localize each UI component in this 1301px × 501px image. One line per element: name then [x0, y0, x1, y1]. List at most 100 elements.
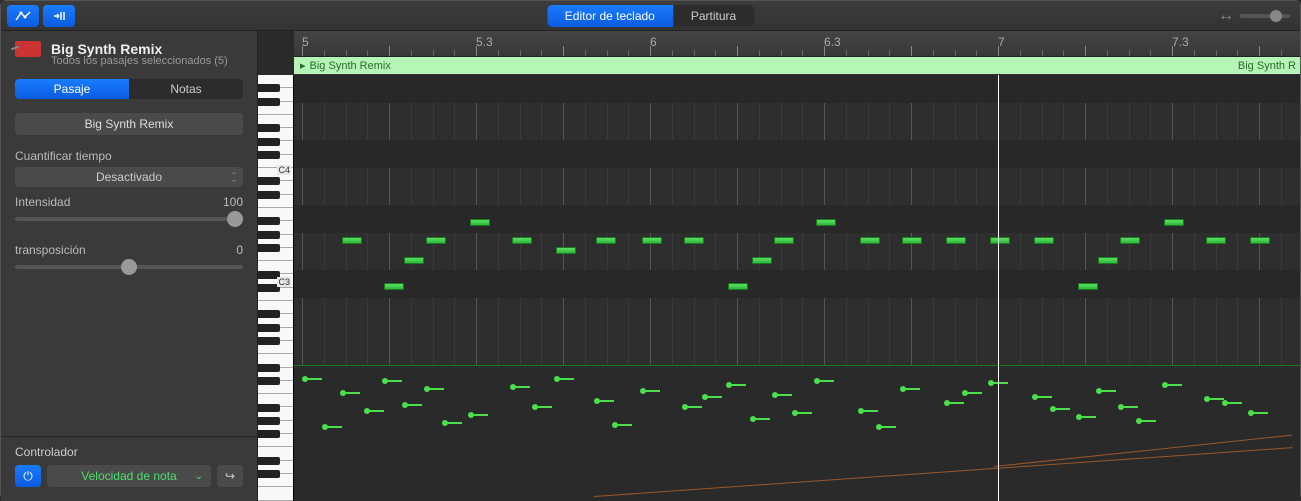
velocity-point[interactable]	[302, 376, 308, 382]
playhead[interactable]	[998, 75, 999, 501]
velocity-point[interactable]	[876, 424, 882, 430]
controller-power-button[interactable]: ⏻	[15, 465, 41, 487]
velocity-point[interactable]	[1118, 404, 1124, 410]
velocity-point[interactable]	[962, 390, 968, 396]
ruler-bar-label: 6	[650, 35, 657, 49]
time-ruler[interactable]: 55.366.377.3	[294, 31, 1300, 57]
automation-tool-button[interactable]	[7, 5, 39, 27]
velocity-point[interactable]	[382, 378, 388, 384]
velocity-point[interactable]	[858, 408, 864, 414]
velocity-point[interactable]	[612, 422, 618, 428]
velocity-point[interactable]	[750, 416, 756, 422]
midi-note[interactable]	[816, 219, 836, 226]
midi-note[interactable]	[1206, 237, 1226, 244]
velocity-point[interactable]	[726, 382, 732, 388]
midi-in-tool-button[interactable]	[43, 5, 75, 27]
horizontal-zoom-slider[interactable]: ↔	[1218, 7, 1290, 25]
note-grid[interactable]	[294, 75, 1300, 501]
transpose-slider[interactable]	[15, 265, 243, 269]
velocity-point[interactable]	[1032, 394, 1038, 400]
velocity-point[interactable]	[1076, 414, 1082, 420]
piano-keyboard[interactable]: C4 C3	[258, 75, 294, 501]
controller-share-button[interactable]: ↪	[217, 465, 243, 487]
midi-note[interactable]	[470, 219, 490, 226]
velocity-point[interactable]	[1050, 406, 1056, 412]
view-mode-tabs: Editor de teclado Partitura	[547, 5, 754, 27]
velocity-point[interactable]	[900, 386, 906, 392]
region-strip-name-2: Big Synth R	[1238, 60, 1296, 72]
midi-note[interactable]	[1078, 283, 1098, 290]
velocity-point[interactable]	[442, 420, 448, 426]
velocity-point[interactable]	[468, 412, 474, 418]
velocity-point[interactable]	[772, 392, 778, 398]
region-strip[interactable]: ▸ Big Synth Remix Big Synth R	[294, 57, 1300, 75]
selection-subtitle: Todos los pasajes seleccionados (5)	[1, 55, 257, 75]
velocity-point[interactable]	[1248, 410, 1254, 416]
region-strip-name: Big Synth Remix	[310, 60, 391, 72]
velocity-point[interactable]	[532, 404, 538, 410]
midi-note[interactable]	[512, 237, 532, 244]
velocity-point[interactable]	[1204, 396, 1210, 402]
quantize-dropdown[interactable]: Desactivado	[15, 167, 243, 187]
velocity-point[interactable]	[1222, 400, 1228, 406]
mode-region-button[interactable]: Pasaje	[15, 79, 129, 99]
velocity-point[interactable]	[322, 424, 328, 430]
midi-note[interactable]	[342, 237, 362, 244]
velocity-point[interactable]	[682, 404, 688, 410]
midi-note[interactable]	[384, 283, 404, 290]
midi-note[interactable]	[642, 237, 662, 244]
midi-note[interactable]	[1250, 237, 1270, 244]
strength-slider[interactable]	[15, 217, 243, 221]
midi-note[interactable]	[1120, 237, 1140, 244]
midi-note[interactable]	[728, 283, 748, 290]
velocity-point[interactable]	[702, 394, 708, 400]
midi-note[interactable]	[404, 257, 424, 264]
midi-note[interactable]	[990, 237, 1010, 244]
midi-note[interactable]	[596, 237, 616, 244]
strength-value: 100	[223, 195, 243, 209]
mode-notes-button[interactable]: Notas	[129, 79, 243, 99]
region-name-field[interactable]: Big Synth Remix	[15, 113, 243, 135]
midi-note[interactable]	[774, 237, 794, 244]
track-color-icon	[15, 41, 41, 57]
topbar: Editor de teclado Partitura ↔	[1, 1, 1300, 31]
velocity-point[interactable]	[340, 390, 346, 396]
piano-roll-editor: 55.366.377.3 ▸ Big Synth Remix Big Synth…	[258, 31, 1300, 501]
velocity-point[interactable]	[364, 408, 370, 414]
velocity-point[interactable]	[554, 376, 560, 382]
midi-note[interactable]	[426, 237, 446, 244]
velocity-point[interactable]	[1096, 388, 1102, 394]
velocity-point[interactable]	[792, 410, 798, 416]
region-notes-toggle: Pasaje Notas	[15, 79, 243, 99]
tab-score[interactable]: Partitura	[673, 5, 754, 27]
velocity-point[interactable]	[424, 386, 430, 392]
ruler-bar-label: 5.3	[476, 35, 493, 49]
velocity-point[interactable]	[1162, 382, 1168, 388]
midi-note[interactable]	[946, 237, 966, 244]
velocity-point[interactable]	[640, 388, 646, 394]
tab-keyboard-editor[interactable]: Editor de teclado	[547, 5, 673, 27]
transpose-value: 0	[236, 243, 243, 257]
midi-note[interactable]	[1034, 237, 1054, 244]
velocity-point[interactable]	[988, 380, 994, 386]
velocity-point[interactable]	[402, 402, 408, 408]
midi-note[interactable]	[860, 237, 880, 244]
transpose-label: transposición	[15, 243, 86, 257]
octave-label: C3	[277, 277, 291, 287]
midi-note[interactable]	[1164, 219, 1184, 226]
midi-note[interactable]	[752, 257, 772, 264]
velocity-lane[interactable]	[294, 365, 1300, 501]
midi-note[interactable]	[556, 247, 576, 254]
octave-label: C4	[277, 165, 291, 175]
velocity-point[interactable]	[944, 400, 950, 406]
velocity-point[interactable]	[814, 378, 820, 384]
velocity-point[interactable]	[510, 384, 516, 390]
controller-label: Controlador	[15, 445, 243, 459]
controller-type-dropdown[interactable]: Velocidad de nota	[47, 465, 211, 487]
midi-note[interactable]	[1098, 257, 1118, 264]
midi-note[interactable]	[684, 237, 704, 244]
zoom-out-icon: ↔	[1218, 7, 1234, 25]
midi-note[interactable]	[902, 237, 922, 244]
velocity-point[interactable]	[594, 398, 600, 404]
velocity-point[interactable]	[1136, 418, 1142, 424]
